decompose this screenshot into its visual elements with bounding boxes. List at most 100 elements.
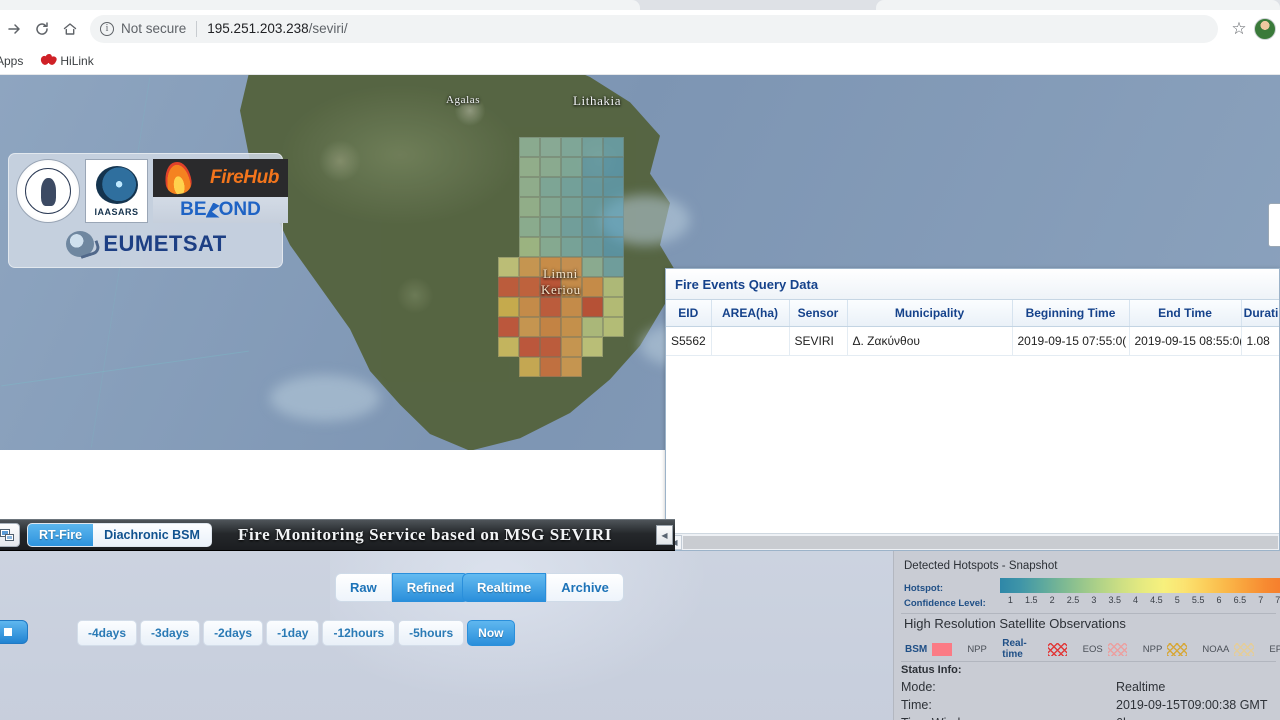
hotspot-cell[interactable] bbox=[582, 157, 603, 177]
browser-tab-strip[interactable] bbox=[0, 0, 1280, 10]
hotspot-cell[interactable] bbox=[603, 257, 624, 277]
time-range-button[interactable]: -12hours bbox=[322, 620, 396, 646]
hotspot-cell[interactable] bbox=[582, 257, 603, 277]
hotspot-cell[interactable] bbox=[540, 297, 561, 317]
archive-button[interactable]: Archive bbox=[546, 573, 624, 602]
hotspot-cell[interactable] bbox=[603, 177, 624, 197]
site-info-icon[interactable]: i bbox=[100, 21, 114, 36]
hotspot-cell[interactable] bbox=[582, 297, 603, 317]
hotspot-cell[interactable] bbox=[561, 317, 582, 337]
hotspot-cell[interactable] bbox=[519, 157, 540, 177]
hotspot-cell[interactable] bbox=[561, 217, 582, 237]
hotspot-cell[interactable] bbox=[582, 317, 603, 337]
hotspot-cell[interactable] bbox=[561, 297, 582, 317]
bookmark-star-icon[interactable]: ☆ bbox=[1226, 19, 1252, 39]
hotspot-cell[interactable] bbox=[582, 237, 603, 257]
hotspot-cell[interactable] bbox=[540, 317, 561, 337]
table-column-header[interactable]: Municipality bbox=[847, 300, 1013, 327]
hotspot-cell[interactable] bbox=[603, 297, 624, 317]
hotspot-cell[interactable] bbox=[561, 137, 582, 157]
hotspot-cell[interactable] bbox=[582, 197, 603, 217]
table-column-header[interactable]: AREA(ha) bbox=[711, 300, 790, 327]
table-column-header[interactable]: Durati bbox=[1241, 300, 1279, 327]
bookmark-item-apps[interactable]: Apps bbox=[0, 54, 23, 68]
tab-diachronic-bsm[interactable]: Diachronic BSM bbox=[93, 524, 211, 546]
query-panel-scrollbar[interactable]: ◀ bbox=[666, 533, 1279, 550]
hotspot-cell[interactable] bbox=[540, 137, 561, 157]
hotspot-cell[interactable] bbox=[561, 337, 582, 357]
time-range-button[interactable]: -4days bbox=[77, 620, 138, 646]
hotspot-cell[interactable] bbox=[540, 237, 561, 257]
time-range-button[interactable]: -2days bbox=[203, 620, 264, 646]
hotspot-cell[interactable] bbox=[540, 157, 561, 177]
hotspot-cell[interactable] bbox=[582, 337, 603, 357]
hotspot-cell[interactable] bbox=[540, 357, 561, 377]
query-panel-title: Fire Events Query Data bbox=[666, 269, 1279, 300]
bookmark-item-hilink[interactable]: HiLink bbox=[39, 53, 94, 68]
hotspot-cell[interactable] bbox=[519, 317, 540, 337]
home-icon[interactable] bbox=[56, 15, 84, 43]
reload-icon[interactable] bbox=[28, 15, 56, 43]
realtime-button[interactable]: Realtime bbox=[462, 573, 547, 602]
hotspot-cell[interactable] bbox=[582, 217, 603, 237]
table-column-header[interactable]: End Time bbox=[1129, 300, 1242, 327]
profile-avatar[interactable] bbox=[1254, 17, 1276, 40]
hotspot-cell[interactable] bbox=[519, 217, 540, 237]
query-panel-body[interactable]: EID AREA(ha) Sensor Municipality Beginning T… bbox=[666, 300, 1279, 533]
hotspot-cell[interactable] bbox=[519, 137, 540, 157]
hotspot-cell[interactable] bbox=[519, 337, 540, 357]
forward-arrow-icon[interactable] bbox=[0, 15, 28, 43]
hotspot-cell[interactable] bbox=[519, 297, 540, 317]
time-range-button[interactable]: -1day bbox=[266, 620, 320, 646]
hotspot-cell[interactable] bbox=[603, 237, 624, 257]
hotspot-cell[interactable] bbox=[519, 257, 540, 277]
hotspot-cell[interactable] bbox=[519, 277, 540, 297]
hotspot-cell[interactable] bbox=[519, 357, 540, 377]
hotspot-cell[interactable] bbox=[603, 137, 624, 157]
hotspot-cell[interactable] bbox=[519, 177, 540, 197]
raw-button[interactable]: Raw bbox=[335, 573, 392, 602]
table-column-header[interactable]: Beginning Time bbox=[1012, 300, 1130, 327]
hotspot-cell[interactable] bbox=[498, 297, 519, 317]
table-column-header[interactable]: Sensor bbox=[789, 300, 848, 327]
hotspot-cell[interactable] bbox=[582, 177, 603, 197]
hotspot-cell[interactable] bbox=[561, 177, 582, 197]
time-range-button[interactable]: Now bbox=[467, 620, 515, 646]
screen-icon[interactable] bbox=[0, 523, 20, 547]
play-stop-icon[interactable] bbox=[0, 620, 28, 644]
hotspot-cell[interactable] bbox=[498, 337, 519, 357]
hotspot-cell[interactable] bbox=[540, 177, 561, 197]
hotspot-cell[interactable] bbox=[603, 217, 624, 237]
hotspot-cell[interactable] bbox=[603, 317, 624, 337]
hotspot-cell[interactable] bbox=[519, 237, 540, 257]
hotspot-cell[interactable] bbox=[561, 357, 582, 377]
confidence-level-label: Confidence Level: bbox=[904, 598, 986, 609]
hotspot-cell[interactable] bbox=[519, 197, 540, 217]
map-zoom-control[interactable] bbox=[1268, 203, 1280, 247]
hotspot-cell[interactable] bbox=[582, 137, 603, 157]
table-column-header[interactable]: EID bbox=[666, 300, 712, 327]
omnibox[interactable]: i Not secure 195.251.203.238/seviri/ bbox=[90, 14, 1218, 43]
time-range-button[interactable]: -3days bbox=[140, 620, 201, 646]
hotspot-cell[interactable] bbox=[603, 197, 624, 217]
hotspot-cell[interactable] bbox=[540, 217, 561, 237]
scrollbar-track[interactable] bbox=[683, 535, 1278, 549]
panel-collapse-button[interactable]: ◀ bbox=[656, 525, 673, 545]
hotspot-cell[interactable] bbox=[561, 237, 582, 257]
hotspot-cell[interactable] bbox=[561, 197, 582, 217]
refined-button[interactable]: Refined bbox=[391, 573, 470, 602]
hotspot-cell[interactable] bbox=[603, 157, 624, 177]
hotspot-cell[interactable] bbox=[540, 197, 561, 217]
hotspot-cell[interactable] bbox=[498, 257, 519, 277]
hotspot-cell[interactable] bbox=[498, 317, 519, 337]
tab-rt-fire[interactable]: RT-Fire bbox=[28, 524, 94, 546]
table-row[interactable]: S5562 SEVIRI Δ. Ζακύνθου 2019-09-15 07:55:0… bbox=[666, 326, 1279, 356]
hotspot-cell[interactable] bbox=[498, 277, 519, 297]
hotspot-cell[interactable] bbox=[561, 157, 582, 177]
hotspot-cell[interactable] bbox=[582, 277, 603, 297]
hotspot-cell[interactable] bbox=[603, 277, 624, 297]
hotspot-cell[interactable] bbox=[540, 337, 561, 357]
browser-tab-2[interactable] bbox=[876, 0, 1280, 10]
browser-tab-1[interactable] bbox=[0, 0, 640, 10]
time-range-button[interactable]: -5hours bbox=[398, 620, 465, 646]
